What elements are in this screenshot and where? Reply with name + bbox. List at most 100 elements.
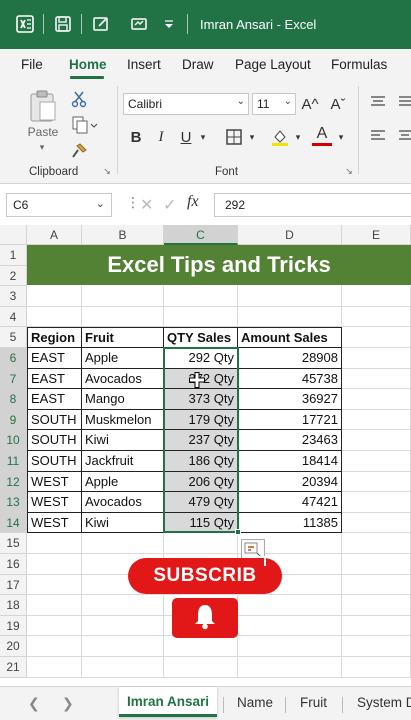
empty-cell[interactable] — [27, 636, 82, 657]
sheet-tab-name[interactable]: Name — [237, 695, 273, 710]
chevron-down-icon[interactable]: ⌄ — [96, 197, 105, 210]
table-cell[interactable]: 18414 — [238, 451, 342, 472]
table-cell[interactable]: 17721 — [238, 409, 342, 431]
empty-cell[interactable] — [27, 306, 82, 328]
empty-cell[interactable] — [342, 554, 411, 575]
column-header-c[interactable]: C — [164, 225, 238, 245]
row-header[interactable]: 15 — [0, 533, 27, 554]
align-center-icon[interactable] — [398, 126, 411, 146]
table-cell[interactable]: 11385 — [238, 512, 342, 534]
table-header-cell[interactable]: Fruit — [82, 327, 164, 348]
column-header-e[interactable]: E — [342, 225, 411, 245]
column-header-b[interactable]: B — [82, 225, 164, 245]
empty-cell[interactable] — [82, 636, 164, 657]
sheet-tab-imran-ansari[interactable]: Imran Ansari — [119, 687, 218, 717]
borders-dropdown-icon[interactable]: ▾ — [247, 130, 257, 144]
empty-cell[interactable] — [342, 348, 411, 369]
empty-cell[interactable] — [82, 615, 164, 637]
formula-input[interactable]: 292 — [214, 193, 411, 217]
table-cell[interactable]: 373 Qty — [164, 389, 238, 410]
column-header-a[interactable]: A — [27, 225, 82, 245]
column-header-d[interactable]: D — [238, 225, 342, 245]
row-header[interactable]: 12 — [0, 471, 27, 493]
cancel-entry-icon[interactable]: ✕ — [140, 195, 153, 215]
table-cell[interactable]: Mango — [82, 389, 164, 410]
row-header[interactable]: 4 — [0, 306, 27, 328]
font-color-dropdown-icon[interactable]: ▾ — [336, 130, 346, 144]
empty-cell[interactable] — [164, 657, 238, 678]
grow-font-button[interactable]: A^ — [300, 94, 320, 114]
empty-cell[interactable] — [342, 327, 411, 348]
table-cell[interactable]: 206 Qty — [164, 471, 238, 493]
name-box[interactable]: C6 ⌄ — [6, 193, 112, 217]
empty-cell[interactable] — [164, 533, 238, 554]
banner-title[interactable]: Excel Tips and Tricks — [27, 245, 411, 285]
table-cell[interactable]: Avocados — [82, 368, 164, 390]
insert-function-button[interactable]: fx — [187, 193, 199, 211]
table-cell[interactable]: 28908 — [238, 348, 342, 369]
table-cell[interactable]: EAST — [27, 389, 82, 410]
row-header[interactable]: 6 — [0, 348, 27, 369]
row-header[interactable]: 1 — [0, 245, 27, 266]
notification-bell-button[interactable] — [172, 598, 238, 638]
empty-cell[interactable] — [342, 657, 411, 678]
table-cell[interactable]: WEST — [27, 471, 82, 493]
empty-cell[interactable] — [27, 657, 82, 678]
empty-cell[interactable] — [342, 430, 411, 451]
empty-cell[interactable] — [342, 409, 411, 431]
cut-icon[interactable] — [68, 88, 90, 110]
table-header-cell[interactable]: Amount Sales — [238, 327, 342, 348]
empty-cell[interactable] — [342, 286, 411, 307]
table-cell[interactable]: 23463 — [238, 430, 342, 451]
table-cell[interactable]: 479 Qty — [164, 492, 238, 513]
edit-form-icon[interactable] — [90, 13, 112, 35]
table-cell[interactable]: 237 Qty — [164, 430, 238, 451]
empty-cell[interactable] — [27, 595, 82, 616]
align-left-icon[interactable] — [368, 126, 388, 146]
table-cell[interactable]: WEST — [27, 492, 82, 513]
tab-draw[interactable]: Draw — [182, 57, 214, 72]
underline-button[interactable]: U — [177, 127, 195, 147]
table-cell[interactable]: 36927 — [238, 389, 342, 410]
row-header[interactable]: 11 — [0, 451, 27, 472]
empty-cell[interactable] — [342, 533, 411, 554]
tab-home[interactable]: Home — [69, 57, 107, 72]
empty-cell[interactable] — [342, 595, 411, 616]
table-header-cell[interactable]: QTY Sales — [164, 327, 238, 348]
paste-button[interactable]: Paste — [26, 124, 60, 140]
table-cell[interactable]: SOUTH — [27, 409, 82, 431]
table-cell[interactable]: Avocados — [82, 492, 164, 513]
empty-cell[interactable] — [342, 389, 411, 410]
table-cell[interactable]: 45738 — [238, 368, 342, 390]
sheet-tab-system[interactable]: System D — [357, 695, 411, 710]
italic-button[interactable]: I — [152, 127, 170, 147]
font-name-select[interactable]: Calibri ⌄ — [123, 93, 249, 115]
empty-cell[interactable] — [342, 451, 411, 472]
sheet-tab-fruit[interactable]: Fruit — [300, 695, 327, 710]
paste-dropdown-icon[interactable]: ▾ — [34, 142, 50, 152]
tab-file[interactable]: File — [21, 57, 43, 72]
empty-cell[interactable] — [238, 657, 342, 678]
empty-cell[interactable] — [342, 574, 411, 596]
table-header-cell[interactable]: Region — [27, 327, 82, 348]
row-header[interactable]: 21 — [0, 657, 27, 678]
empty-cell[interactable] — [27, 615, 82, 637]
align-top-icon[interactable] — [368, 92, 388, 112]
save-icon[interactable] — [52, 13, 74, 35]
copy-icon[interactable] — [68, 114, 102, 136]
table-cell[interactable]: 186 Qty — [164, 451, 238, 472]
align-middle-icon[interactable] — [398, 92, 411, 112]
empty-cell[interactable] — [82, 286, 164, 307]
empty-cell[interactable] — [27, 286, 82, 307]
row-header[interactable]: 19 — [0, 615, 27, 637]
fill-color-icon[interactable] — [268, 126, 292, 148]
tab-insert[interactable]: Insert — [127, 57, 161, 72]
tab-page-layout[interactable]: Page Layout — [235, 57, 311, 72]
empty-cell[interactable] — [82, 533, 164, 554]
table-cell[interactable]: Jackfruit — [82, 451, 164, 472]
table-cell[interactable]: Apple — [82, 471, 164, 493]
table-cell[interactable]: SOUTH — [27, 451, 82, 472]
row-header[interactable]: 18 — [0, 595, 27, 616]
table-cell[interactable]: Kiwi — [82, 512, 164, 534]
table-cell[interactable]: 179 Qty — [164, 409, 238, 431]
